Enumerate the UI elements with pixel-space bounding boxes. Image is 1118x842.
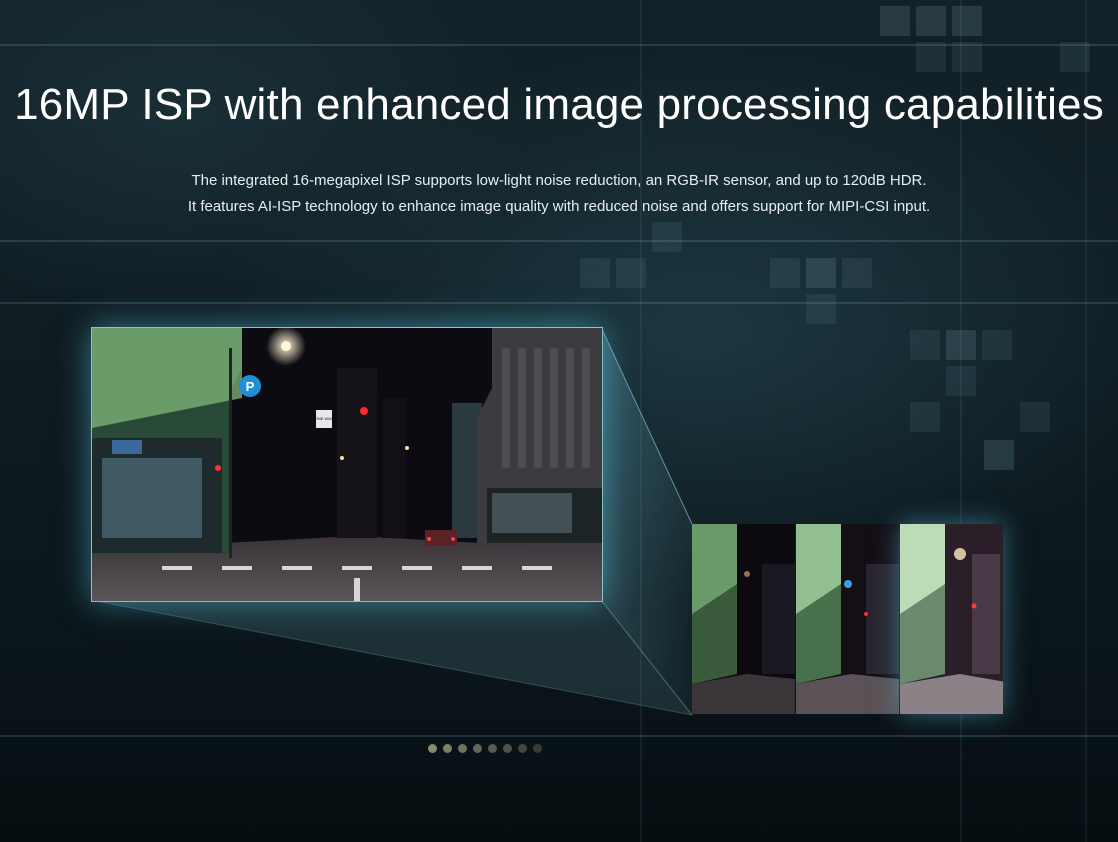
thumbnail-scene <box>900 524 1003 714</box>
grid-line <box>0 302 1118 304</box>
parking-sign: P <box>246 379 255 394</box>
carousel-dot[interactable] <box>488 744 497 753</box>
grid-line <box>0 735 1118 737</box>
comparison-thumbnail-dark <box>692 524 795 714</box>
grid-tile <box>842 258 872 288</box>
grid-tile <box>880 6 910 36</box>
grid-tile <box>916 42 946 72</box>
comparison-thumbnail-bright <box>900 524 1003 714</box>
description-line-1: The integrated 16-megapixel ISP supports… <box>191 172 927 189</box>
street-scene: P ONE WAY <box>92 328 602 601</box>
carousel-dot[interactable] <box>473 744 482 753</box>
grid-tile <box>984 440 1014 470</box>
grid-tile <box>952 42 982 72</box>
grid-tile <box>982 330 1012 360</box>
grid-tile <box>946 330 976 360</box>
one-way-sign: ONE WAY <box>315 416 334 421</box>
comparison-thumbnail-mid <box>796 524 899 714</box>
carousel-dot[interactable] <box>503 744 512 753</box>
thumbnail-scene <box>692 524 795 714</box>
grid-tile <box>910 330 940 360</box>
grid-tile <box>952 6 982 36</box>
page-title: 16MP ISP with enhanced image processing … <box>14 80 1104 129</box>
carousel-indicator <box>428 744 542 754</box>
grid-line <box>0 44 1118 46</box>
grid-tile <box>806 294 836 324</box>
night-street-photo: P ONE WAY <box>91 327 603 602</box>
grid-tile <box>770 258 800 288</box>
grid-line <box>0 240 1118 242</box>
carousel-dot[interactable] <box>518 744 527 753</box>
grid-tile <box>1020 402 1050 432</box>
grid-tile <box>580 258 610 288</box>
grid-tile <box>910 402 940 432</box>
description-line-2: It features AI-ISP technology to enhance… <box>187 198 931 215</box>
feature-description: The integrated 16-megapixel ISP supports… <box>0 168 1118 220</box>
grid-tile <box>652 222 682 252</box>
grid-tile <box>806 258 836 288</box>
grid-tile <box>616 258 646 288</box>
carousel-dot[interactable] <box>458 744 467 753</box>
grid-tile <box>916 6 946 36</box>
grid-tile <box>946 366 976 396</box>
thumbnail-scene <box>796 524 899 714</box>
carousel-dot[interactable] <box>428 744 437 753</box>
carousel-dot[interactable] <box>533 744 542 753</box>
grid-tile <box>1060 42 1090 72</box>
carousel-dot[interactable] <box>443 744 452 753</box>
